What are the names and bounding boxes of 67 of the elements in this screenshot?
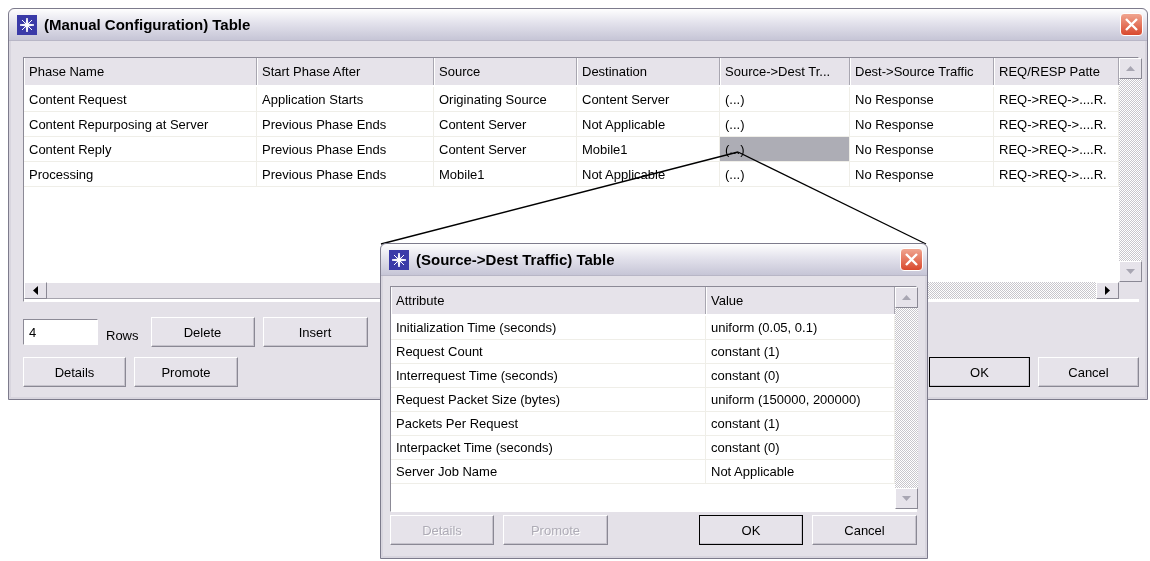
table-cell[interactable]: Previous Phase Ends xyxy=(257,162,434,186)
table-cell[interactable]: No Response xyxy=(850,87,994,111)
insert-button[interactable]: Insert xyxy=(262,317,368,347)
vertical-scrollbar[interactable] xyxy=(1119,58,1142,282)
column-header[interactable]: Dest->Source Traffic xyxy=(850,58,994,85)
column-header[interactable]: Phase Name xyxy=(24,58,257,85)
table-cell[interactable]: (...) xyxy=(720,112,850,136)
scroll-up-button[interactable] xyxy=(1119,58,1142,79)
app-icon xyxy=(389,249,409,270)
vertical-scrollbar[interactable] xyxy=(895,287,918,509)
table-cell[interactable]: Originating Source xyxy=(434,87,577,111)
scroll-left-button[interactable] xyxy=(24,282,47,299)
app-icon xyxy=(17,14,37,35)
ok-button[interactable]: OK xyxy=(699,515,803,545)
right-arrow-icon xyxy=(1105,286,1110,295)
down-arrow-icon xyxy=(1126,269,1135,274)
rows-input[interactable]: 4 xyxy=(23,319,98,345)
table-cell[interactable]: Processing xyxy=(24,162,257,186)
window-title: (Source->Dest Traffic) Table xyxy=(416,251,616,268)
column-header[interactable]: Source xyxy=(434,58,577,85)
window-title: (Manual Configuration) Table xyxy=(44,16,252,33)
column-header[interactable]: Attribute xyxy=(391,287,706,314)
rows-label: Rows xyxy=(106,327,139,343)
close-icon xyxy=(1124,17,1139,32)
ok-button[interactable]: OK xyxy=(929,357,1030,387)
column-header[interactable]: Destination xyxy=(577,58,720,85)
scroll-up-button[interactable] xyxy=(895,287,918,308)
delete-button[interactable]: Delete xyxy=(150,317,255,347)
up-arrow-icon xyxy=(1126,66,1135,71)
table-cell[interactable]: Initialization Time (seconds) xyxy=(391,316,706,339)
close-button[interactable] xyxy=(900,248,923,271)
scroll-down-button[interactable] xyxy=(895,488,918,509)
table-cell[interactable]: No Response xyxy=(850,162,994,186)
table-cell[interactable]: Content Repurposing at Server xyxy=(24,112,257,136)
column-header[interactable]: Source->Dest Tr... xyxy=(720,58,850,85)
table-cell[interactable]: (...) xyxy=(720,162,850,186)
table-cell[interactable]: Request Count xyxy=(391,340,706,363)
details-button[interactable]: Details xyxy=(23,357,126,387)
table-cell[interactable]: Server Job Name xyxy=(391,460,706,483)
table-cell[interactable]: Not Applicable xyxy=(577,112,720,136)
down-arrow-icon xyxy=(902,496,911,501)
table-cell[interactable]: No Response xyxy=(850,112,994,136)
table-cell[interactable]: Request Packet Size (bytes) xyxy=(391,388,706,411)
table-cell[interactable]: Interrequest Time (seconds) xyxy=(391,364,706,387)
column-header[interactable]: Start Phase After xyxy=(257,58,434,85)
close-button[interactable] xyxy=(1120,13,1143,36)
table-cell[interactable]: Content Reply xyxy=(24,137,257,161)
table-cell[interactable]: Previous Phase Ends xyxy=(257,137,434,161)
left-arrow-icon xyxy=(33,286,38,295)
table-cell[interactable]: Content Server xyxy=(577,87,720,111)
table-cell[interactable]: No Response xyxy=(850,137,994,161)
scrollbar-corner xyxy=(1119,282,1142,299)
close-icon xyxy=(904,252,919,267)
cancel-button[interactable]: Cancel xyxy=(1038,357,1139,387)
table-cell[interactable]: Mobile1 xyxy=(434,162,577,186)
table-cell[interactable]: Content Server xyxy=(434,137,577,161)
scroll-right-button[interactable] xyxy=(1096,282,1119,299)
cancel-button[interactable]: Cancel xyxy=(812,515,917,545)
table-cell[interactable]: Content Server xyxy=(434,112,577,136)
table-cell[interactable]: Content Request xyxy=(24,87,257,111)
table-cell[interactable]: (...) xyxy=(720,87,850,111)
up-arrow-icon xyxy=(902,295,911,300)
promote-button[interactable]: Promote xyxy=(134,357,238,387)
table-cell[interactable]: Previous Phase Ends xyxy=(257,112,434,136)
table-cell[interactable]: Packets Per Request xyxy=(391,412,706,435)
table-cell[interactable]: Interpacket Time (seconds) xyxy=(391,436,706,459)
table-cell[interactable]: Application Starts xyxy=(257,87,434,111)
